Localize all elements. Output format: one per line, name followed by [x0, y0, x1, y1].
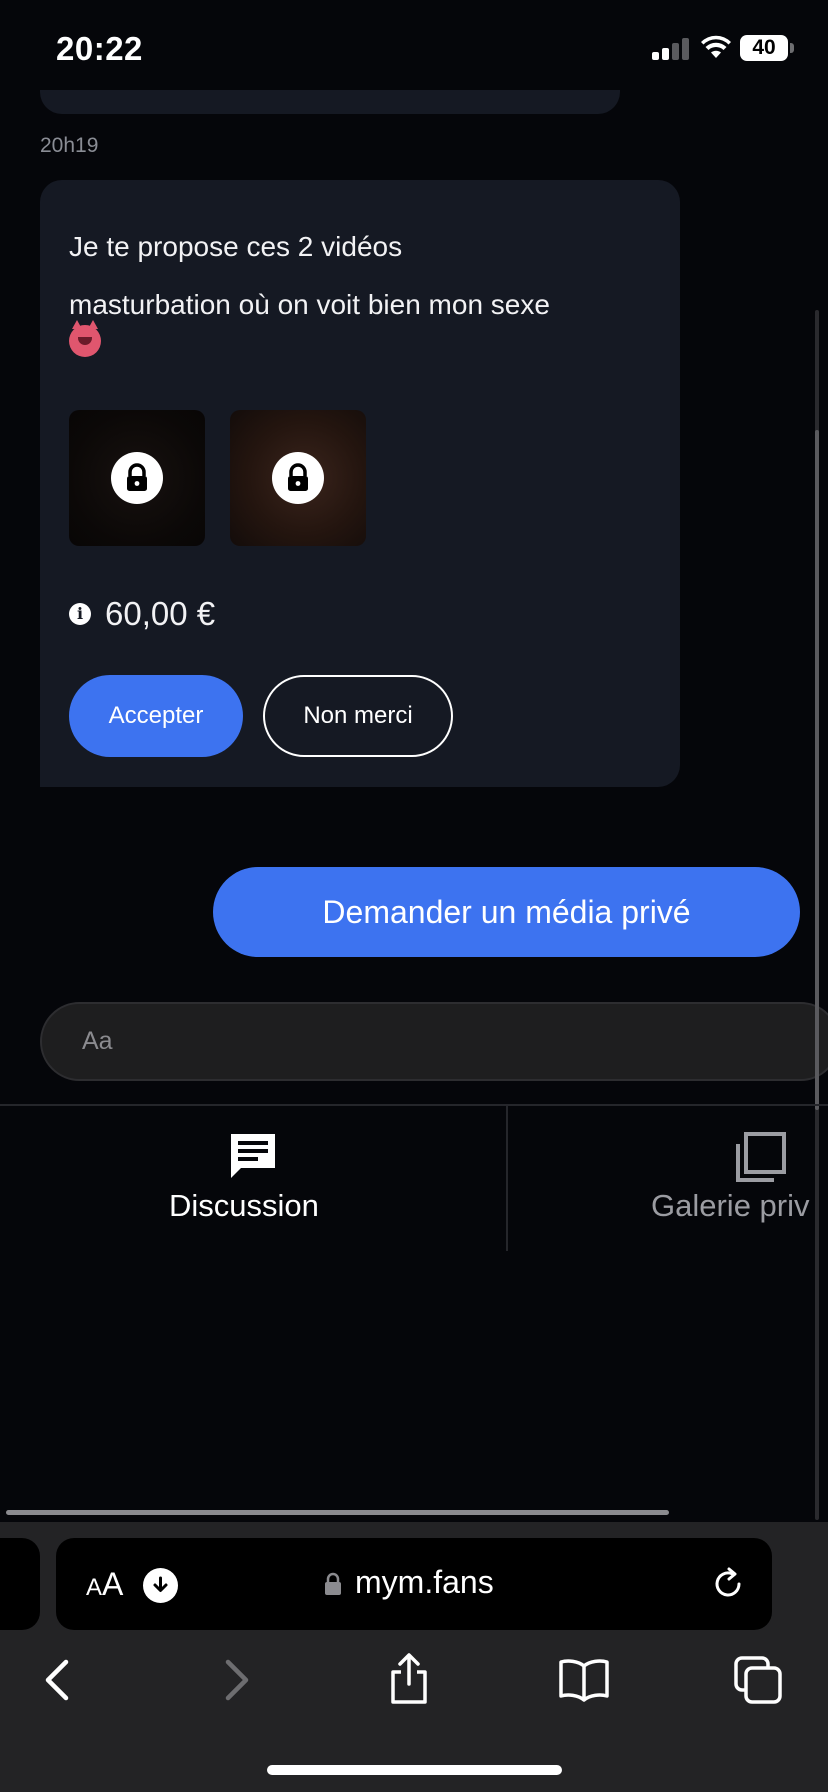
- previous-message-bubble: [40, 90, 620, 114]
- text-size-button[interactable]: AA: [86, 1566, 123, 1603]
- tab-gallery[interactable]: Galerie priv: [508, 1106, 828, 1251]
- message-timestamp: 20h19: [40, 134, 99, 157]
- reload-icon[interactable]: [710, 1566, 746, 1602]
- scrollbar-thumb[interactable]: [815, 430, 819, 1110]
- back-icon[interactable]: [28, 1650, 88, 1710]
- message-input[interactable]: [40, 1002, 828, 1081]
- tabs-icon[interactable]: [728, 1650, 788, 1710]
- chat-icon: [231, 1134, 275, 1178]
- offer-price: 60,00 €: [105, 595, 216, 632]
- status-time: 20:22: [56, 30, 143, 67]
- share-icon[interactable]: [379, 1650, 439, 1710]
- previous-tab-card[interactable]: [0, 1538, 40, 1630]
- forward-icon[interactable]: [206, 1650, 266, 1710]
- locked-video-thumbnail[interactable]: [230, 410, 366, 546]
- cellular-signal-icon: [652, 38, 690, 60]
- lock-icon: [272, 452, 324, 504]
- home-indicator[interactable]: [267, 1765, 562, 1775]
- offer-message-text: Je te propose ces 2 vidéos masturbation …: [69, 218, 659, 357]
- info-icon[interactable]: i: [69, 603, 91, 625]
- tab-discussion-label: Discussion: [169, 1188, 319, 1223]
- offer-message-line: Je te propose ces 2 vidéos: [69, 231, 403, 262]
- gallery-icon: [736, 1132, 786, 1182]
- lock-icon: [111, 452, 163, 504]
- devil-emoji-icon: [69, 319, 101, 357]
- secure-lock-icon: [325, 1572, 341, 1595]
- wifi-icon: [701, 35, 731, 58]
- locked-video-thumbnail[interactable]: [69, 410, 205, 546]
- horizontal-scroll-indicator: [6, 1510, 669, 1515]
- download-icon[interactable]: [143, 1568, 178, 1603]
- bookmarks-icon[interactable]: [554, 1650, 614, 1710]
- request-private-media-button[interactable]: Demander un média privé: [213, 867, 800, 957]
- tab-discussion[interactable]: Discussion: [0, 1106, 506, 1251]
- tab-gallery-label: Galerie priv: [651, 1188, 810, 1223]
- status-bar: 20:22 40: [0, 0, 828, 96]
- battery-tip: [790, 43, 794, 53]
- price-row: i 60,00 €: [69, 594, 215, 634]
- decline-button[interactable]: Non merci: [263, 675, 453, 757]
- url-text[interactable]: mym.fans: [355, 1564, 494, 1601]
- battery-icon: 40: [740, 35, 788, 61]
- accept-button[interactable]: Accepter: [69, 675, 243, 757]
